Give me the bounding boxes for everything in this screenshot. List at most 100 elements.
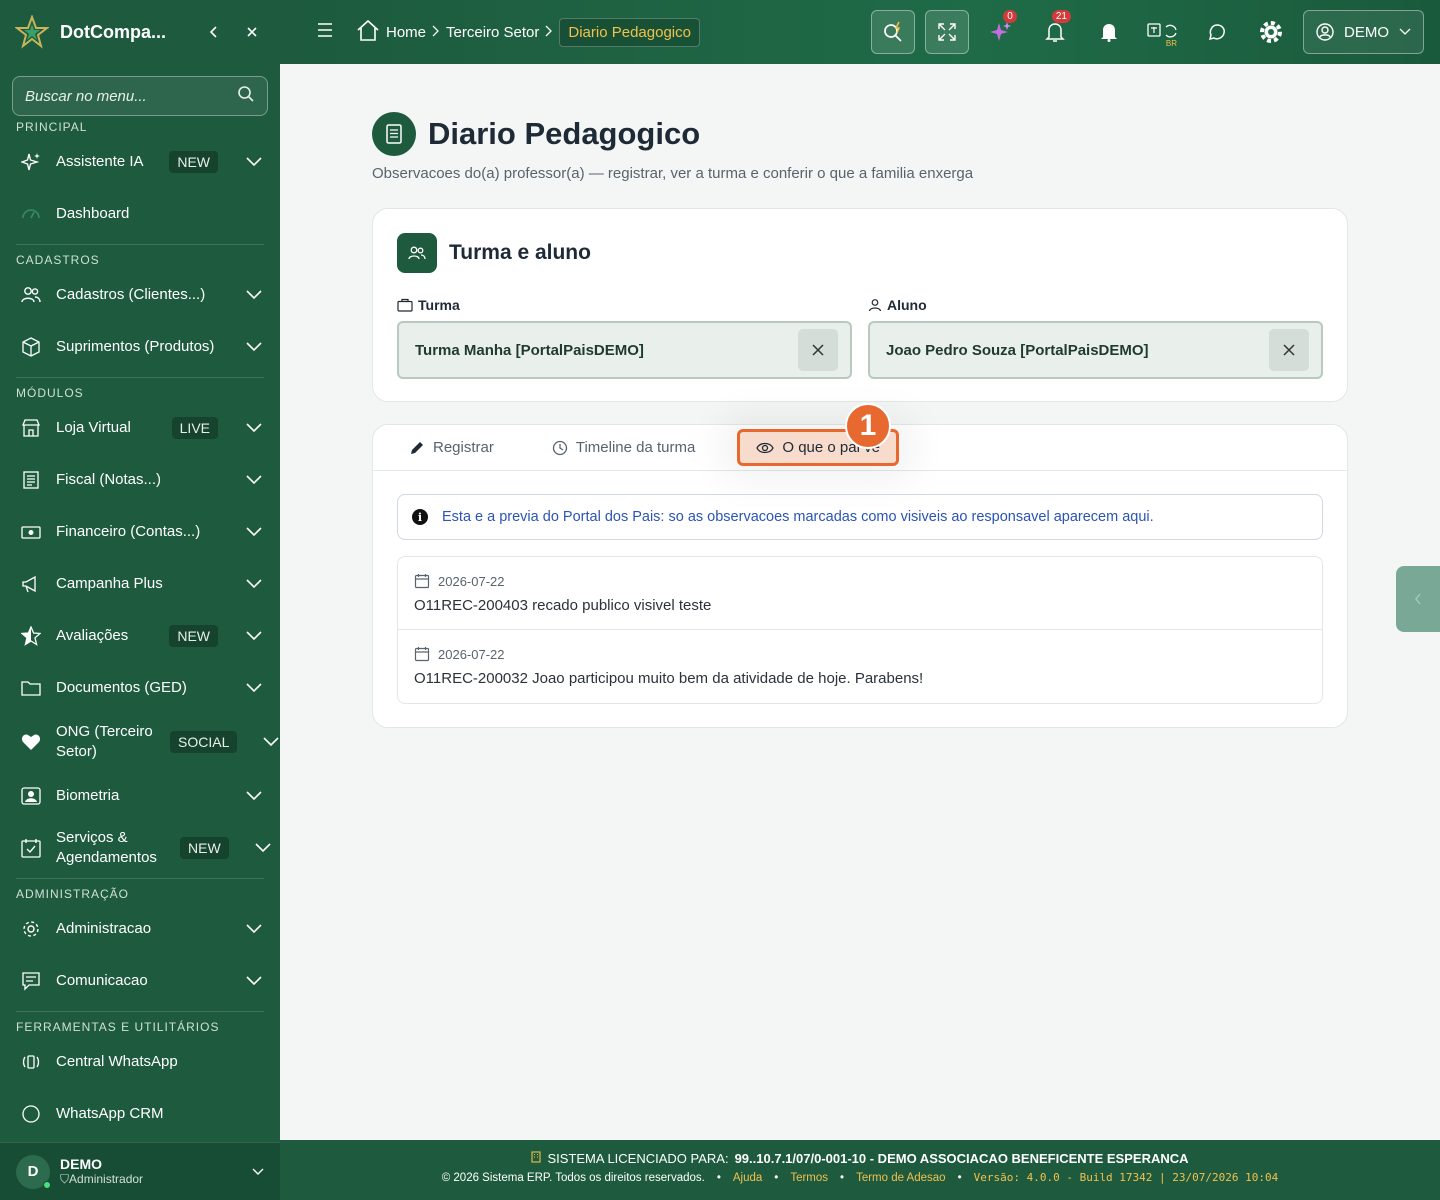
sidebar-item-central-whatsapp[interactable]: Central WhatsApp [0, 1036, 280, 1088]
breadcrumb-separator-icon [432, 24, 440, 41]
collapse-sidebar-button[interactable] [200, 18, 228, 46]
chevron-down-icon [244, 290, 264, 300]
adhesion-terms-link[interactable]: Termo de Adesao [856, 1172, 946, 1184]
terms-link[interactable]: Termos [790, 1172, 828, 1184]
briefcase-icon [397, 298, 413, 312]
ai-count-badge: 0 [1003, 10, 1017, 23]
sidebar-item-label: Documentos (GED) [56, 679, 187, 696]
sidebar-item-loja-virtual[interactable]: Loja Virtual LIVE [0, 402, 280, 454]
sidebar-item-administracao[interactable]: Administracao [0, 903, 280, 955]
topbar-actions: 0 21 BR DEMO [871, 10, 1424, 54]
close-sidebar-button[interactable] [238, 18, 266, 46]
turma-field: Turma Turma Manha [PortalPaisDEMO] [397, 295, 852, 379]
sidebar-item-assistente-ia[interactable]: Assistente IA NEW [0, 136, 280, 188]
sidebar-item-cadastros[interactable]: Cadastros (Clientes...) [0, 269, 280, 321]
close-icon [1283, 344, 1295, 356]
star-logo-icon [14, 14, 50, 50]
sidebar-item-servicos[interactable]: Serviços & Agendamentos NEW [0, 822, 280, 874]
close-icon [812, 344, 824, 356]
sidebar-item-fiscal[interactable]: Fiscal (Notas...) [0, 454, 280, 506]
info-icon: i [412, 509, 428, 525]
separator: • [716, 1171, 721, 1184]
divider [16, 244, 264, 245]
tab-label: Registrar [433, 439, 494, 456]
whatsapp-button[interactable] [1195, 10, 1239, 54]
sidebar-item-avaliacoes[interactable]: Avaliações NEW [0, 610, 280, 662]
star-icon [20, 625, 42, 647]
sidebar-item-label: Assistente IA [56, 153, 144, 170]
side-panel-toggle[interactable] [1396, 566, 1440, 632]
tab-timeline[interactable]: Timeline da turma [536, 429, 712, 466]
notifications-button[interactable]: 21 [1033, 10, 1077, 54]
settings-button[interactable] [1249, 10, 1293, 54]
section-administracao: ADMINISTRAÇÃO [16, 887, 130, 901]
menu-search-input[interactable] [25, 87, 237, 105]
sidebar-item-label: Comunicacao [56, 972, 148, 989]
message-icon [20, 970, 42, 992]
sidebar-item-label: WhatsApp CRM [56, 1105, 164, 1122]
clear-aluno-button[interactable] [1269, 329, 1309, 371]
smart-search-button[interactable] [871, 10, 915, 54]
sidebar-item-whatsapp-crm[interactable]: WhatsApp CRM [0, 1088, 280, 1140]
license-value: 99..10.7.1/07/0-001-10 - DEMO ASSOCIACAO… [734, 1151, 1189, 1166]
sidebar-item-label: Financeiro (Contas...) [56, 523, 201, 540]
chevron-down-icon [255, 843, 271, 853]
sidebar-item-suprimentos[interactable]: Suprimentos (Produtos) [0, 321, 280, 373]
turma-select[interactable]: Turma Manha [PortalPaisDEMO] [397, 321, 852, 379]
sidebar-item-financeiro[interactable]: Financeiro (Contas...) [0, 506, 280, 558]
aluno-select[interactable]: Joao Pedro Souza [PortalPaisDEMO] [868, 321, 1323, 379]
store-icon [20, 417, 42, 439]
cash-icon [20, 521, 42, 543]
users-icon [397, 233, 437, 273]
sidebar-item-campanha-plus[interactable]: Campanha Plus [0, 558, 280, 610]
ai-sparkle-button[interactable]: 0 [979, 10, 1023, 54]
observation-date: 2026-07-22 [438, 573, 505, 589]
fullscreen-button[interactable] [925, 10, 969, 54]
hamburger-menu-icon[interactable] [316, 22, 334, 42]
chevron-down-icon [1399, 28, 1411, 35]
observation-date-row: 2026-07-22 [414, 571, 1306, 591]
clear-turma-button[interactable] [798, 329, 838, 371]
info-alert: i Esta e a previa do Portal dos Pais: so… [397, 494, 1323, 540]
chevron-down-icon [244, 342, 264, 352]
chevron-down-icon [244, 791, 264, 801]
sidebar-item-label: Serviços & Agendamentos [56, 829, 157, 866]
sidebar-item-ong[interactable]: ONG (Terceiro Setor) SOCIAL [0, 714, 280, 770]
divider [16, 377, 264, 378]
chevron-down-icon [244, 683, 264, 693]
user-menu-button[interactable]: DEMO [1303, 10, 1424, 54]
sidebar-item-label: Biometria [56, 787, 120, 804]
observation-text: O11REC-200032 Joao participou muito bem … [414, 670, 924, 687]
new-badge: NEW [169, 151, 218, 173]
sidebar-item-dashboard[interactable]: Dashboard [0, 188, 280, 240]
sparkle-icon [990, 22, 1011, 41]
tab-registrar[interactable]: Registrar [393, 429, 510, 466]
footer: SISTEMA LICENCIADO PARA: 99..10.7.1/07/0… [280, 1140, 1440, 1200]
heart-icon [20, 731, 42, 753]
users-icon [20, 284, 42, 306]
aluno-field: Aluno Joao Pedro Souza [PortalPaisDEMO] [868, 295, 1323, 379]
broadcast-icon [20, 1051, 42, 1073]
chevron-down-icon[interactable] [252, 1163, 264, 1181]
brand-name: DotCompa... [60, 21, 166, 42]
help-link[interactable]: Ajuda [733, 1172, 762, 1184]
sidebar-item-comunicacao[interactable]: Comunicacao [0, 955, 280, 1007]
breadcrumb-home[interactable]: Home [386, 24, 426, 41]
sidebar-item-label: Avaliações [56, 627, 129, 644]
chevron-down-icon [244, 475, 264, 485]
sidebar-item-biometria[interactable]: Biometria [0, 770, 280, 822]
language-switch-button[interactable]: BR [1141, 10, 1185, 54]
social-badge: SOCIAL [170, 731, 238, 753]
sidebar-user[interactable]: D DEMO ⛉Administrador [0, 1142, 280, 1200]
search-icon[interactable] [237, 85, 255, 108]
sidebar-item-documentos[interactable]: Documentos (GED) [0, 662, 280, 714]
turma-selected-value: Turma Manha [PortalPaisDEMO] [415, 341, 644, 359]
page-header: Diario Pedagogico [372, 112, 700, 156]
user-icon [868, 299, 882, 312]
breadcrumb-terceiro-setor[interactable]: Terceiro Setor [446, 24, 539, 41]
version-info: Versão: 4.0.0 - Build 17342 | 23/07/2026… [973, 1171, 1279, 1184]
page-title: Diario Pedagogico [428, 116, 701, 151]
chevron-down-icon [244, 423, 264, 433]
alerts-button[interactable] [1087, 10, 1131, 54]
home-icon[interactable] [356, 19, 380, 45]
